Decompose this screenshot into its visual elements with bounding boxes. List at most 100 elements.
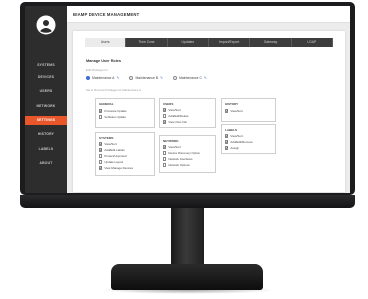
panel-title: USERS xyxy=(163,102,174,106)
checkbox-label: Protect/Unprotect xyxy=(104,154,127,158)
checkbox-label: View/Sort xyxy=(230,134,243,138)
user-avatar-icon[interactable] xyxy=(36,15,56,35)
role-radio-maintenance-c[interactable]: Maintenance C ✎ xyxy=(173,76,207,80)
panel-users: USERS ✔ View/Sort Add/Edit/Delete ✔ View… xyxy=(159,98,216,128)
checkbox-empty-icon xyxy=(163,163,167,167)
checkbox-history-view-sort[interactable]: ✔ View/Sort xyxy=(225,109,243,113)
checkbox-checked-icon: ✔ xyxy=(225,145,229,150)
monitor-chin xyxy=(20,195,355,208)
section-title: Manage User Roles xyxy=(86,59,122,63)
checkbox-label: Firmware Update xyxy=(104,109,127,113)
panel-title: LABELS xyxy=(225,128,237,132)
checkbox-systems-protect-unprotect[interactable]: Protect/Unprotect xyxy=(99,154,127,158)
checkbox-labels-view-sort[interactable]: ✔ View/Sort xyxy=(225,134,243,138)
checkbox-checked-icon: ✔ xyxy=(99,141,103,146)
checkbox-label: Network Interfaces xyxy=(168,157,193,161)
pencil-icon[interactable]: ✎ xyxy=(204,76,207,80)
checkbox-checked-icon: ✔ xyxy=(225,108,229,113)
monitor-stand-base xyxy=(111,264,263,290)
panel-title: NETWORK xyxy=(163,139,179,143)
radio-selected-icon xyxy=(86,76,90,80)
checkbox-network-device-discovery[interactable]: Device Discovery Option xyxy=(163,151,200,155)
sidebar-item-about[interactable]: ABOUT xyxy=(25,159,67,168)
panel-network: NETWORK ✔ View/Sort Device Discovery Opt… xyxy=(159,135,216,173)
checkbox-users-view-sort[interactable]: ✔ View/Sort xyxy=(163,108,181,112)
checkbox-checked-icon: ✔ xyxy=(163,144,167,149)
tab-users[interactable]: Users xyxy=(85,38,127,47)
edit-privileges-label: Edit Privileges for xyxy=(86,68,108,72)
tab-gateway[interactable]: Gateway xyxy=(250,38,292,47)
checkbox-label: View Manage Devices xyxy=(104,166,133,170)
checkbox-users-view-own-info[interactable]: ✔ View Own Info xyxy=(163,120,187,124)
checkbox-label: Assign xyxy=(230,146,240,150)
checkbox-systems-view-sort[interactable]: ✔ View/Sort xyxy=(99,142,117,146)
radio-unselected-icon xyxy=(173,76,178,80)
checkbox-label: Update Layout xyxy=(104,160,124,164)
checkbox-checked-icon: ✔ xyxy=(225,133,229,138)
pencil-icon[interactable]: ✎ xyxy=(116,76,119,80)
tab-import-export[interactable]: Import/Export xyxy=(208,38,251,47)
checkbox-label: Network Options xyxy=(168,163,190,167)
tab-updates[interactable]: Updates xyxy=(167,38,209,47)
checkbox-checked-icon: ✔ xyxy=(99,108,103,113)
role-label: Maintenance C xyxy=(179,76,202,80)
role-label: Maintenance A xyxy=(92,76,115,80)
panel-systems: SYSTEMS ✔ View/Sort ✔ Add/Edit Labels Pr… xyxy=(95,132,155,176)
checkbox-network-options[interactable]: Network Options xyxy=(163,163,190,167)
checkbox-labels-assign[interactable]: ✔ Assign xyxy=(225,146,239,150)
checkbox-empty-icon xyxy=(99,154,103,158)
checkbox-labels-add-edit-remove[interactable]: ✔ Add/Edit/Remove xyxy=(225,140,253,144)
top-bar: BIAMP DEVICE MANAGEMENT xyxy=(67,6,350,23)
sidebar-item-devices[interactable]: DEVICES xyxy=(25,73,67,82)
checkbox-empty-icon xyxy=(99,115,103,119)
checkbox-empty-icon xyxy=(163,151,167,155)
tab-time-zone[interactable]: Time Zone xyxy=(126,38,168,47)
checkbox-label: View/Sort xyxy=(104,142,117,146)
checkbox-empty-icon xyxy=(163,114,167,118)
sidebar: SYSTEMS DEVICES USERS NETWORK SETTINGS H… xyxy=(25,6,67,193)
pencil-icon[interactable]: ✎ xyxy=(160,76,163,80)
checkbox-systems-view-manage-devices[interactable]: ✔ View Manage Devices xyxy=(99,166,133,170)
sidebar-item-settings[interactable]: SETTINGS xyxy=(25,116,67,125)
panel-title: SYSTEMS xyxy=(99,136,114,140)
checkbox-systems-add-edit-labels[interactable]: ✔ Add/Edit Labels xyxy=(99,148,125,152)
checkbox-label: View/Sort xyxy=(230,109,243,113)
checkbox-software-update[interactable]: Software Update xyxy=(99,115,126,119)
tab-ldap[interactable]: LDAP xyxy=(291,38,333,47)
settings-card: Users Time Zone Updates Import/Export Ga… xyxy=(73,31,345,192)
sidebar-item-labels[interactable]: LABELS xyxy=(25,145,67,154)
checkbox-label: View/Sort xyxy=(168,108,181,112)
settings-tabs: Users Time Zone Updates Import/Export Ga… xyxy=(85,38,333,47)
panel-labels: LABELS ✔ View/Sort ✔ Add/Edit/Remove ✔ A… xyxy=(221,124,276,154)
checkbox-checked-icon: ✔ xyxy=(99,165,103,170)
monitor-screen: SYSTEMS DEVICES USERS NETWORK SETTINGS H… xyxy=(25,6,350,193)
panel-title: HISTORY xyxy=(225,102,239,106)
panel-title: GENERAL xyxy=(99,102,114,106)
checkbox-label: Software Update xyxy=(104,115,126,119)
role-label: Maintenance B xyxy=(135,76,159,80)
monitor-stand-neck xyxy=(171,208,204,266)
role-radio-maintenance-b[interactable]: Maintenance B ✎ xyxy=(129,76,163,80)
checkbox-label: View/Sort xyxy=(168,145,181,149)
checkbox-checked-icon: ✔ xyxy=(163,107,167,112)
checkbox-label: Add/Edit Labels xyxy=(104,148,125,152)
panel-history: HISTORY ✔ View/Sort xyxy=(221,98,276,122)
role-selector: Maintenance A ✎ Maintenance B ✎ Maintena… xyxy=(86,76,207,80)
checkbox-label: View Own Info xyxy=(168,120,187,124)
checkbox-users-add-edit-delete[interactable]: Add/Edit/Delete xyxy=(163,114,188,118)
checkbox-checked-icon: ✔ xyxy=(99,147,103,152)
role-radio-maintenance-a[interactable]: Maintenance A ✎ xyxy=(86,76,119,80)
sidebar-item-network[interactable]: NETWORK xyxy=(25,102,67,111)
checkbox-firmware-update[interactable]: ✔ Firmware Update xyxy=(99,109,127,113)
privileges-label: Set or Remove Privileges for Maintenance… xyxy=(86,88,141,92)
checkbox-label: Device Discovery Option xyxy=(168,151,201,155)
radio-unselected-icon xyxy=(129,76,134,80)
app-title: BIAMP DEVICE MANAGEMENT xyxy=(73,12,140,17)
checkbox-network-interfaces[interactable]: Network Interfaces xyxy=(163,157,193,161)
checkbox-empty-icon xyxy=(99,160,103,164)
sidebar-item-history[interactable]: HISTORY xyxy=(25,130,67,139)
checkbox-network-view-sort[interactable]: ✔ View/Sort xyxy=(163,145,181,149)
sidebar-item-users[interactable]: USERS xyxy=(25,87,67,96)
checkbox-systems-update-layout[interactable]: Update Layout xyxy=(99,160,123,164)
sidebar-item-systems[interactable]: SYSTEMS xyxy=(25,61,67,70)
